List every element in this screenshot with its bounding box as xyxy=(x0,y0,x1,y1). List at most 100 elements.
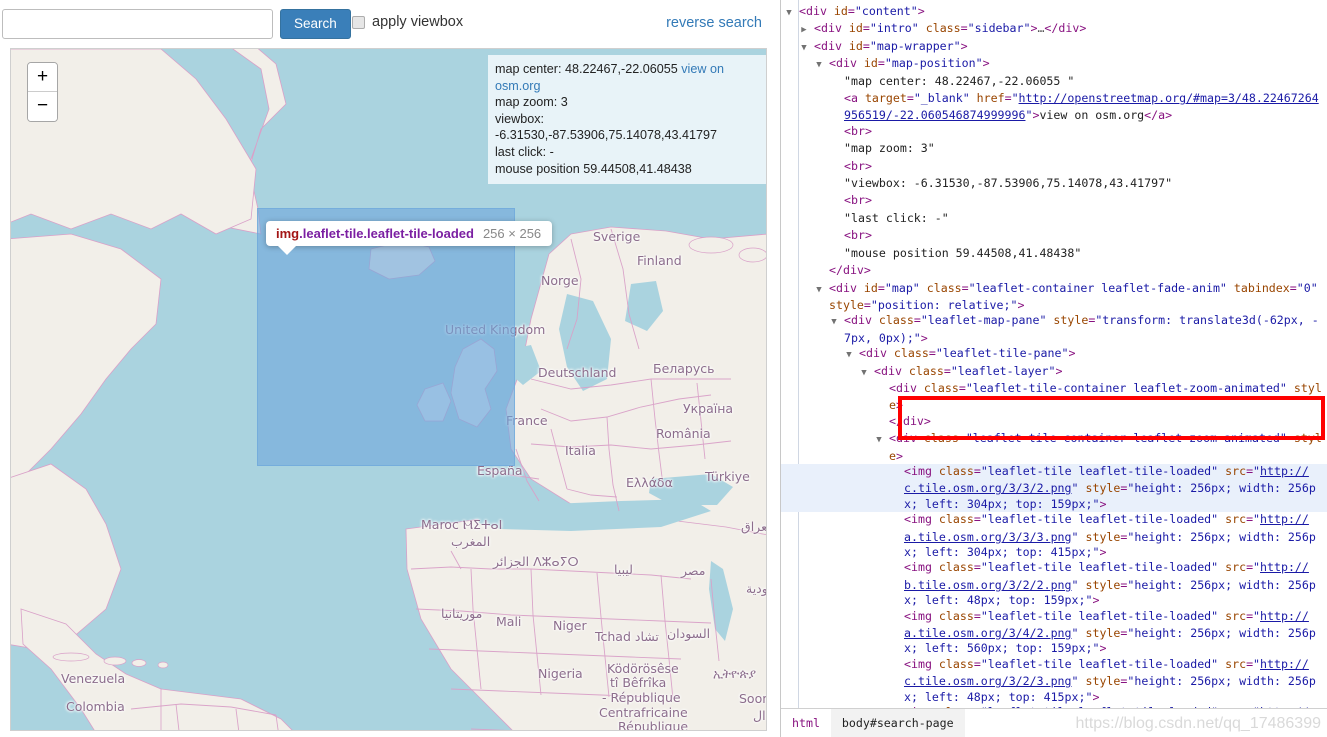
map-zoom-text: map zoom: 3 xyxy=(495,95,568,109)
dom-node[interactable]: "last click: -" xyxy=(781,211,1327,228)
dom-token-punct: > xyxy=(1099,641,1106,655)
dom-node[interactable]: <img class="leaflet-tile leaflet-tile-lo… xyxy=(781,512,1327,560)
dom-token-punct: < xyxy=(829,56,836,70)
dom-token-punct: < xyxy=(829,281,836,295)
dom-token-val: "position: relative;" xyxy=(871,298,1018,312)
tree-spacer xyxy=(894,466,904,481)
apply-viewbox-checkbox[interactable] xyxy=(352,16,365,29)
dom-node[interactable]: </div> xyxy=(781,263,1327,280)
dom-token-punct: < xyxy=(814,39,821,53)
dom-node[interactable]: <br> xyxy=(781,159,1327,176)
dom-token-punct: < xyxy=(814,21,821,35)
dom-token-punct: < xyxy=(844,228,851,242)
zoom-control[interactable]: + − xyxy=(27,62,58,122)
dom-node[interactable]: ▼<div id="map-wrapper"> xyxy=(781,39,1327,56)
breadcrumb[interactable]: htmlbody#search-page xyxy=(781,708,1327,737)
breadcrumb-item[interactable]: html xyxy=(781,709,831,737)
tree-spacer xyxy=(834,93,844,108)
leaflet-map[interactable]: IslandSverigeFinlandNorgeUnited KingdomБ… xyxy=(10,48,767,731)
dom-token-punct: = xyxy=(863,39,870,53)
dom-node[interactable]: ▼<div id="map" class="leaflet-container … xyxy=(781,281,1327,314)
dom-token-val: "map-wrapper" xyxy=(870,39,961,53)
dom-token-punct: > xyxy=(918,4,925,18)
dom-node[interactable]: <img class="leaflet-tile leaflet-tile-lo… xyxy=(781,609,1327,657)
dom-node[interactable]: ▼<div class="leaflet-tile-pane"> xyxy=(781,346,1327,363)
tree-spacer xyxy=(834,230,844,245)
dom-node-selected[interactable]: <img class="leaflet-tile leaflet-tile-lo… xyxy=(781,464,1327,512)
dom-node[interactable]: ▼<div id="content"> xyxy=(781,4,1327,21)
dom-token-punct: </ xyxy=(889,414,903,428)
dom-token-val: "leaflet-tile leaflet-tile-loaded" xyxy=(981,657,1218,671)
chevron-down-icon[interactable]: ▼ xyxy=(819,283,829,298)
dom-token-val: "0" xyxy=(1297,281,1318,295)
reverse-search-link[interactable]: reverse search xyxy=(666,15,762,31)
dom-token-punct: = xyxy=(961,21,968,35)
tree-spacer xyxy=(834,143,844,158)
dom-token-punct: > xyxy=(896,398,903,412)
dom-token-val: " xyxy=(1253,560,1260,574)
search-button[interactable]: Search xyxy=(280,9,351,39)
dom-token-punct: < xyxy=(904,464,911,478)
dom-token-val: "intro" xyxy=(870,21,919,35)
dom-token-attr: id xyxy=(842,39,863,53)
dom-node[interactable]: "map center: 48.22467,-22.06055 " xyxy=(781,74,1327,91)
chevron-down-icon[interactable]: ▼ xyxy=(879,433,889,448)
search-input[interactable] xyxy=(2,9,273,39)
dom-token-text: "map zoom: 3" xyxy=(844,141,935,155)
dom-node[interactable]: <br> xyxy=(781,193,1327,210)
apply-viewbox-control[interactable]: apply viewbox xyxy=(352,14,463,30)
dom-token-punct: = xyxy=(863,21,870,35)
tooltip-class-names: .leaflet-tile.leaflet-tile-loaded xyxy=(299,226,474,241)
dom-node[interactable]: <a target="_blank" href="http://openstre… xyxy=(781,91,1327,124)
dom-node[interactable]: ▼<div class="leaflet-map-pane" style="tr… xyxy=(781,313,1327,346)
chevron-down-icon[interactable]: ▼ xyxy=(804,41,814,56)
dom-token-text: "last click: -" xyxy=(844,211,949,225)
tree-spacer xyxy=(894,514,904,529)
dom-node[interactable]: ▶<div id="intro" class="sidebar">…</div> xyxy=(781,21,1327,38)
dom-token-punct: > xyxy=(865,193,872,207)
search-toolbar: Search apply viewbox reverse search xyxy=(0,9,780,41)
dom-token-val: "leaflet-tile leaflet-tile-loaded" xyxy=(981,609,1218,623)
search-page: Search apply viewbox reverse search xyxy=(0,0,780,737)
dom-token-punct: > xyxy=(1099,497,1106,511)
dom-node[interactable]: "mouse position 59.44508,41.48438" xyxy=(781,246,1327,263)
dom-tree[interactable]: ▼<div id="content">▶<div id="intro" clas… xyxy=(781,0,1327,708)
map-mouse-position-text: mouse position 59.44508,41.48438 xyxy=(495,162,692,176)
zoom-out-button[interactable]: − xyxy=(28,92,57,121)
dom-token-punct: = xyxy=(1246,512,1253,526)
dom-node[interactable]: <br> xyxy=(781,124,1327,141)
dom-node[interactable]: <div class="leaflet-tile-container leafl… xyxy=(781,381,1327,414)
tree-spacer xyxy=(834,178,844,193)
dom-node[interactable]: </div> xyxy=(781,414,1327,431)
dom-token-attr: style xyxy=(1079,674,1121,688)
dom-node[interactable]: "map zoom: 3" xyxy=(781,141,1327,158)
dom-node[interactable]: <img class="leaflet-tile leaflet-tile-lo… xyxy=(781,657,1327,705)
chevron-right-icon[interactable]: ▶ xyxy=(804,23,814,38)
dom-token-val: "leaflet-tile-container leaflet-zoom-ani… xyxy=(966,431,1287,445)
dom-token-text: "map center: 48.22467,-22.06055 " xyxy=(844,74,1074,88)
dom-token-punct: < xyxy=(844,159,851,173)
dom-node[interactable]: "viewbox: -6.31530,-87.53906,75.14078,43… xyxy=(781,176,1327,193)
dom-token-tag: br xyxy=(851,159,865,173)
dom-node[interactable]: <img class="leaflet-tile leaflet-tile-lo… xyxy=(781,560,1327,608)
dom-token-punct: = xyxy=(1246,464,1253,478)
dom-token-punct: > xyxy=(1068,346,1075,360)
inspector-element-tooltip: img.leaflet-tile.leaflet-tile-loaded256 … xyxy=(266,221,552,246)
dom-node[interactable]: <br> xyxy=(781,228,1327,245)
dom-token-punct: </ xyxy=(1044,21,1058,35)
dom-token-punct: < xyxy=(889,431,896,445)
chevron-down-icon[interactable]: ▼ xyxy=(789,6,799,21)
chevron-down-icon[interactable]: ▼ xyxy=(819,58,829,73)
chevron-down-icon[interactable]: ▼ xyxy=(864,366,874,381)
dom-token-attr: class xyxy=(872,313,914,327)
dom-token-attr: class xyxy=(919,21,961,35)
dom-token-punct: = xyxy=(914,313,921,327)
dom-token-punct: < xyxy=(904,512,911,526)
dom-node[interactable]: ▼<div class="leaflet-tile-container leaf… xyxy=(781,431,1327,464)
dom-node[interactable]: ▼<div class="leaflet-layer"> xyxy=(781,364,1327,381)
zoom-in-button[interactable]: + xyxy=(28,63,57,92)
chevron-down-icon[interactable]: ▼ xyxy=(834,315,844,330)
dom-node[interactable]: ▼<div id="map-position"> xyxy=(781,56,1327,73)
chevron-down-icon[interactable]: ▼ xyxy=(849,348,859,363)
breadcrumb-item[interactable]: body#search-page xyxy=(831,709,965,737)
